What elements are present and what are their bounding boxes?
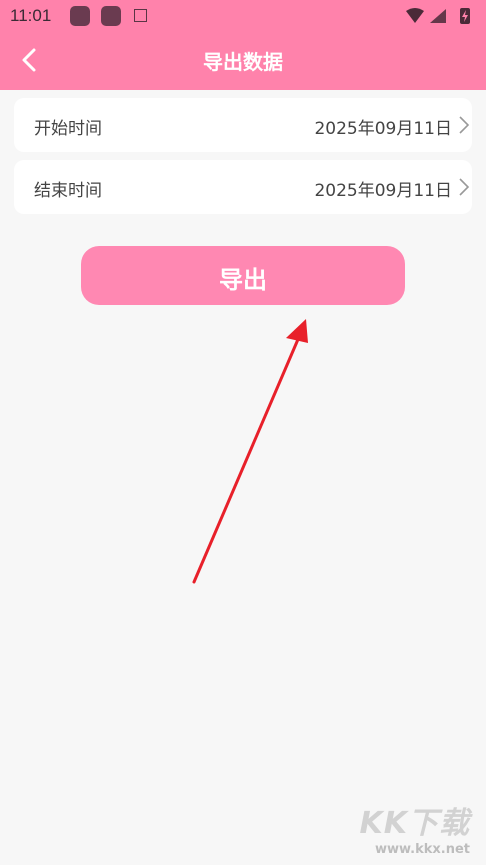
watermark-url: www.kkx.net bbox=[374, 842, 470, 857]
annotation-arrow bbox=[192, 319, 308, 584]
watermark: KK下载 www.kkx.net bbox=[360, 798, 471, 857]
watermark-logo: KK下载 bbox=[359, 806, 470, 841]
